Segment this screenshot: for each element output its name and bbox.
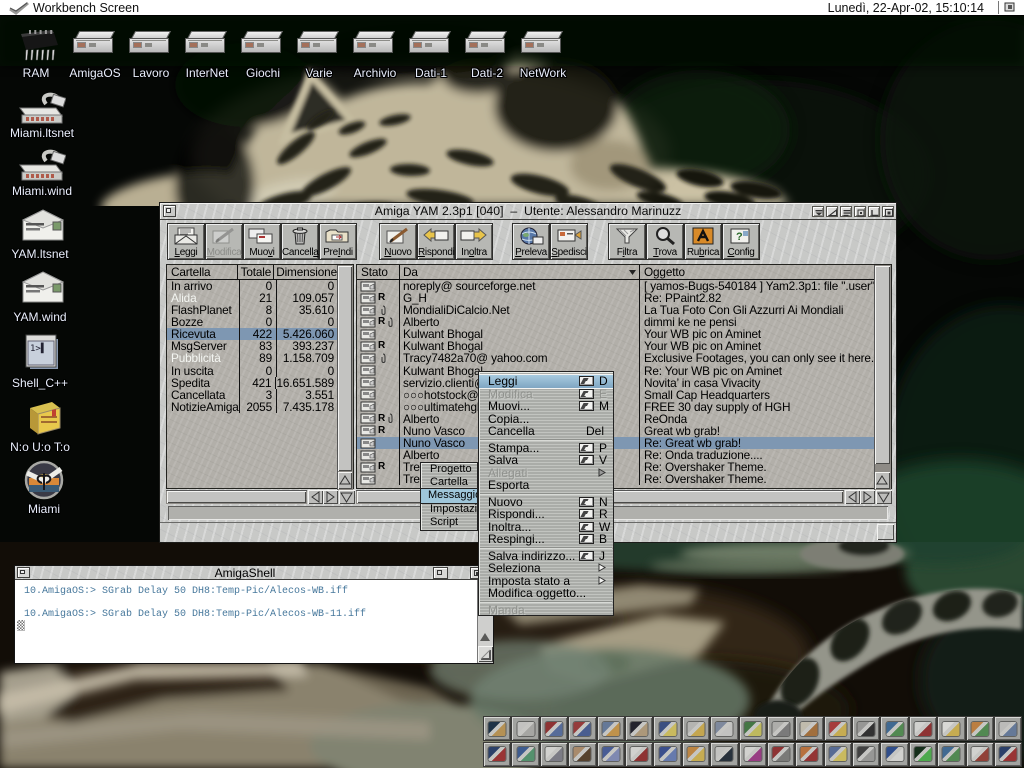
svg-text:?: ? bbox=[736, 231, 743, 243]
svg-text:1>▌: 1>▌ bbox=[30, 342, 46, 354]
